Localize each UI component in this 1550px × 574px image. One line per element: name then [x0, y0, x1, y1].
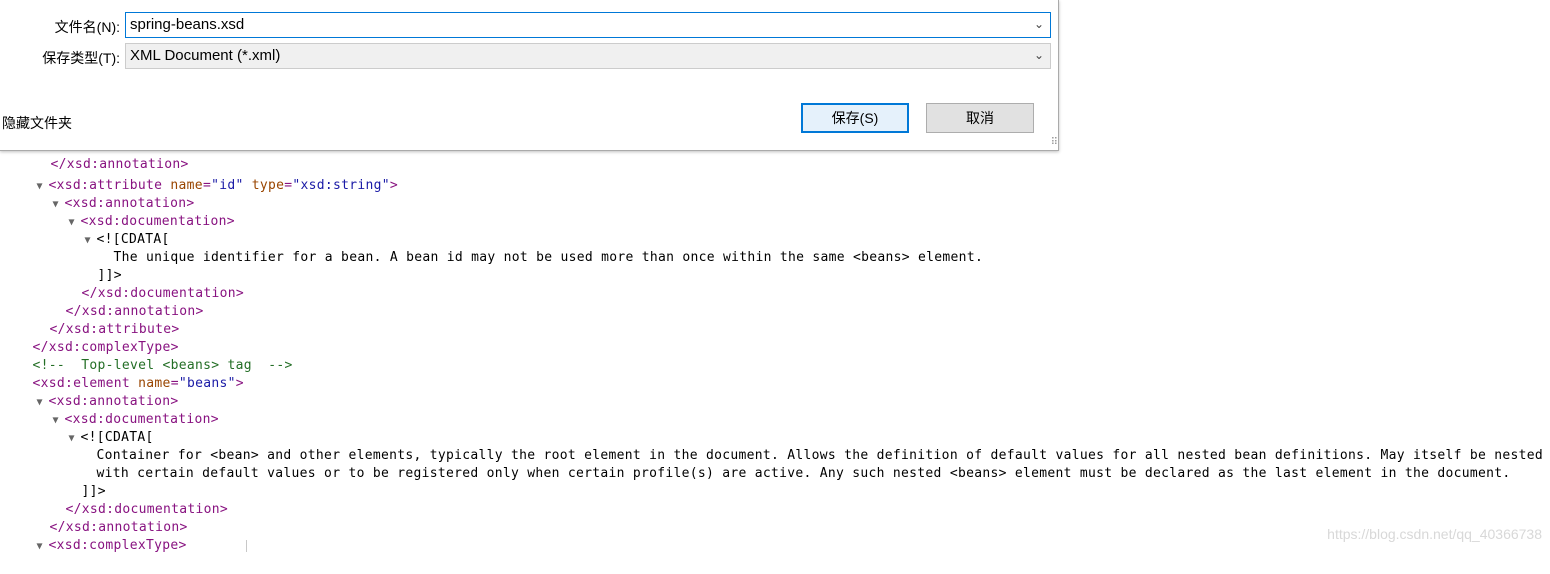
xml-line: with certain default values or to be reg…: [64, 447, 1511, 481]
filename-label: 文件名(N):: [54, 19, 120, 35]
xml-line[interactable]: ▼ <xsd:documentation>: [36, 195, 235, 229]
xml-line: </xsd:attribute>: [17, 303, 180, 337]
savetype-value[interactable]: XML Document (*.xml): [130, 47, 280, 64]
xml-line: </xsd:annotation>: [17, 501, 188, 535]
resize-grip-icon[interactable]: ⠿: [1051, 137, 1058, 148]
xml-line: </xsd:complexType>: [0, 321, 179, 355]
xml-line[interactable]: ▼ <xsd:annotation>: [20, 177, 195, 211]
xml-line: </xsd:annotation>: [33, 285, 204, 319]
xml-line[interactable]: ▼ <xsd:complexType>: [4, 519, 187, 553]
xml-line: </xsd:documentation>: [49, 267, 244, 301]
xml-line[interactable]: ▼ <![CDATA[: [36, 411, 154, 445]
cdata-text: with certain default values or to be reg…: [96, 466, 1511, 481]
xml-line: </xsd:documentation>: [33, 483, 228, 517]
xml-line: Container for <bean> and other elements,…: [64, 429, 1550, 463]
xml-line: <!-- Top-level <beans> tag -->: [0, 339, 293, 373]
xml-line: ]]>: [65, 249, 122, 283]
xml-line[interactable]: ▼ <xsd:attribute name="id" type="xsd:stri…: [4, 159, 398, 193]
xml-line: The unique identifier for a bean. A bean…: [81, 231, 983, 265]
xml-line: ]]>: [49, 465, 106, 499]
savetype-select[interactable]: XML Document (*.xml) ⌄: [125, 43, 1051, 69]
text-cursor: [246, 540, 247, 552]
triangle-down-icon[interactable]: ▼: [37, 538, 49, 556]
xml-line[interactable]: ▼ <xsd:annotation>: [4, 375, 179, 409]
chevron-down-icon[interactable]: ⌄: [1034, 17, 1044, 31]
save-button[interactable]: 保存(S): [801, 103, 909, 133]
cdata-text: The unique identifier for a bean. A bean…: [113, 250, 984, 265]
chevron-down-icon[interactable]: ⌄: [1034, 48, 1044, 62]
filename-input[interactable]: spring-beans.xsd ⌄: [125, 12, 1051, 38]
xml-line[interactable]: ▼ <xsd:documentation>: [20, 393, 219, 427]
filename-value[interactable]: spring-beans.xsd: [130, 16, 244, 33]
hide-folders-toggle[interactable]: 隐藏文件夹: [2, 113, 72, 133]
xml-tag: <xsd:complexType>: [48, 538, 187, 553]
xml-line[interactable]: ▼ <![CDATA[: [52, 213, 170, 247]
xml-viewer: </xsd:annotation> ▼ <xsd:attribute name="…: [0, 141, 1550, 553]
watermark: https://blog.csdn.net/qq_40366738: [1327, 526, 1542, 542]
savetype-label: 保存类型(T):: [42, 50, 120, 66]
xml-line: <xsd:element name="beans">: [0, 357, 244, 391]
cancel-button[interactable]: 取消: [926, 103, 1034, 133]
save-dialog: 文件名(N): spring-beans.xsd ⌄ 保存类型(T): XML …: [0, 0, 1059, 151]
